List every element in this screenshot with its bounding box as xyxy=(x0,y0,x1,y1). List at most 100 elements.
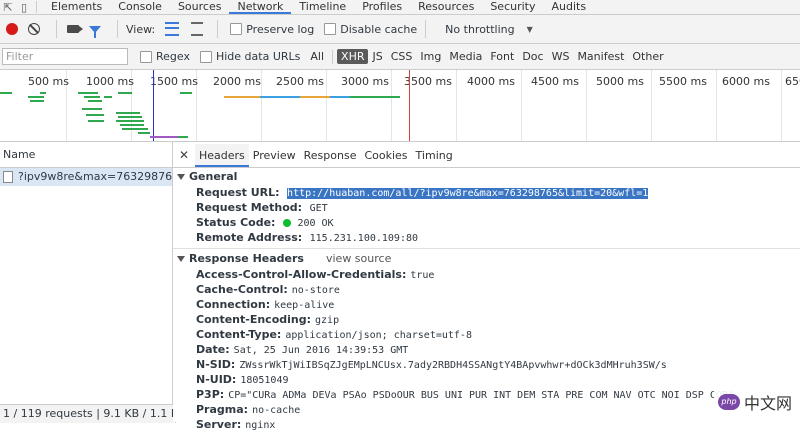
triangle-down-icon xyxy=(177,174,185,180)
large-rows-icon[interactable] xyxy=(165,22,180,36)
filter-input[interactable]: Filter xyxy=(2,48,128,65)
tab-resources[interactable]: Resources xyxy=(410,0,482,14)
tab-profiles[interactable]: Profiles xyxy=(354,0,410,14)
header-key: Date: xyxy=(196,343,230,356)
header-key: Content-Encoding: xyxy=(196,313,312,326)
request-bar xyxy=(82,108,102,110)
request-bar xyxy=(122,128,148,130)
filter-img[interactable]: Img xyxy=(416,50,445,63)
request-bar xyxy=(30,100,44,102)
hide-data-urls-checkbox[interactable] xyxy=(199,50,212,63)
header-key: Server: xyxy=(196,418,242,431)
device-mode-icon[interactable]: ▯ xyxy=(16,0,32,14)
request-bar xyxy=(88,120,104,122)
tick-label: 4500 ms xyxy=(531,75,579,88)
tab-cookies[interactable]: Cookies xyxy=(360,144,411,167)
tab-elements[interactable]: Elements xyxy=(43,0,110,14)
tab-audits[interactable]: Audits xyxy=(543,0,594,14)
watermark-text: 中文网 xyxy=(744,394,793,413)
request-bar xyxy=(300,96,330,98)
filter-js[interactable]: JS xyxy=(368,50,386,63)
throttling-select[interactable]: No throttling ▼ xyxy=(440,19,538,39)
regex-checkbox[interactable] xyxy=(140,50,152,63)
disable-cache-checkbox[interactable] xyxy=(324,23,337,35)
file-icon xyxy=(3,171,13,183)
disable-cache-label: Disable cache xyxy=(340,22,418,36)
view-source-link[interactable]: view source xyxy=(326,251,391,267)
clear-button[interactable] xyxy=(28,23,40,35)
filter-media[interactable]: Media xyxy=(445,50,486,63)
response-header-row: Content-Encoding: gzip xyxy=(173,312,800,327)
timeline-tick xyxy=(781,70,782,141)
remote-address-row: Remote Address: 115.231.100.109:80 xyxy=(173,230,800,245)
filter-manifest[interactable]: Manifest xyxy=(573,50,628,63)
header-value: 18051049 xyxy=(240,375,289,386)
tick-label: 2500 ms xyxy=(276,75,324,88)
request-row[interactable]: ?ipv9w8re&max=763298765&l... xyxy=(0,168,172,186)
response-headers-section: Response Headers view source Access-Cont… xyxy=(173,251,800,432)
timeline-overview[interactable]: 500 ms 1000 ms 1500 ms 2000 ms 2500 ms 3… xyxy=(0,70,800,142)
record-button[interactable] xyxy=(6,23,18,35)
request-bar xyxy=(78,92,98,94)
request-bar xyxy=(118,116,142,118)
request-bar xyxy=(260,96,300,98)
tab-preview[interactable]: Preview xyxy=(249,144,300,167)
load-marker xyxy=(409,70,410,141)
filter-xhr[interactable]: XHR xyxy=(337,49,369,64)
php-logo: php xyxy=(718,394,740,410)
request-bar xyxy=(224,96,260,98)
filter-font[interactable]: Font xyxy=(486,50,518,63)
chevron-down-icon: ▼ xyxy=(526,24,533,34)
tab-console[interactable]: Console xyxy=(110,0,170,14)
inspect-icon[interactable]: ⇱ xyxy=(0,0,16,14)
tab-security[interactable]: Security xyxy=(482,0,543,14)
close-icon[interactable]: ✕ xyxy=(173,143,195,167)
divider xyxy=(425,20,427,38)
filter-all[interactable]: All xyxy=(306,50,328,63)
filter-ws[interactable]: WS xyxy=(548,50,574,63)
header-value: true xyxy=(410,270,435,281)
filter-icon[interactable] xyxy=(89,25,101,38)
request-url-value[interactable]: http://huaban.com/all/?ipv9w8re&max=7632… xyxy=(287,188,649,199)
tab-timeline[interactable]: Timeline xyxy=(291,0,354,14)
tick-label: 1500 ms xyxy=(150,75,198,88)
timeline-tick xyxy=(391,70,392,141)
request-bar xyxy=(86,114,104,116)
tab-sources[interactable]: Sources xyxy=(170,0,230,14)
overview-icon[interactable] xyxy=(191,22,204,36)
devtools-tabbar: ⇱ ▯ Elements Console Sources Network Tim… xyxy=(0,0,800,15)
filter-doc[interactable]: Doc xyxy=(518,50,547,63)
remote-address-key: Remote Address: xyxy=(196,231,303,244)
capture-screenshots-icon[interactable] xyxy=(67,25,83,33)
request-bar xyxy=(84,96,100,98)
tab-headers[interactable]: Headers xyxy=(195,144,249,167)
request-url-key: Request URL: xyxy=(196,186,280,199)
timeline-tick xyxy=(456,70,457,141)
tab-timing[interactable]: Timing xyxy=(412,144,457,167)
regex-label: Regex xyxy=(156,50,190,63)
divider xyxy=(56,20,57,38)
tick-label: 5000 ms xyxy=(596,75,644,88)
detail-tabs: ✕ Headers Preview Response Cookies Timin… xyxy=(173,142,800,168)
request-list: Name ?ipv9w8re&max=763298765&l... xyxy=(0,142,173,404)
hide-data-urls-label: Hide data URLs xyxy=(215,50,301,63)
tab-network[interactable]: Network xyxy=(229,0,292,14)
tick-label: 6000 ms xyxy=(722,75,770,88)
response-header-row: Connection: keep-alive xyxy=(173,297,800,312)
request-method-row: Request Method: GET xyxy=(173,200,800,215)
general-header[interactable]: General xyxy=(173,169,800,185)
timeline-tick xyxy=(521,70,522,141)
response-headers-header[interactable]: Response Headers view source xyxy=(173,251,800,267)
filter-css[interactable]: CSS xyxy=(387,50,417,63)
filter-other[interactable]: Other xyxy=(628,50,667,63)
status-ok-icon xyxy=(282,219,291,227)
name-column-header[interactable]: Name xyxy=(0,142,172,168)
request-bar xyxy=(180,92,192,94)
status-code-key: Status Code: xyxy=(196,216,276,229)
preserve-log-checkbox[interactable] xyxy=(230,23,243,35)
request-detail-panel: ✕ Headers Preview Response Cookies Timin… xyxy=(173,142,800,431)
request-name: ?ipv9w8re&max=763298765&l... xyxy=(18,170,172,183)
divider xyxy=(36,1,37,13)
tick-label: 1000 ms xyxy=(86,75,134,88)
tab-response[interactable]: Response xyxy=(300,144,361,167)
